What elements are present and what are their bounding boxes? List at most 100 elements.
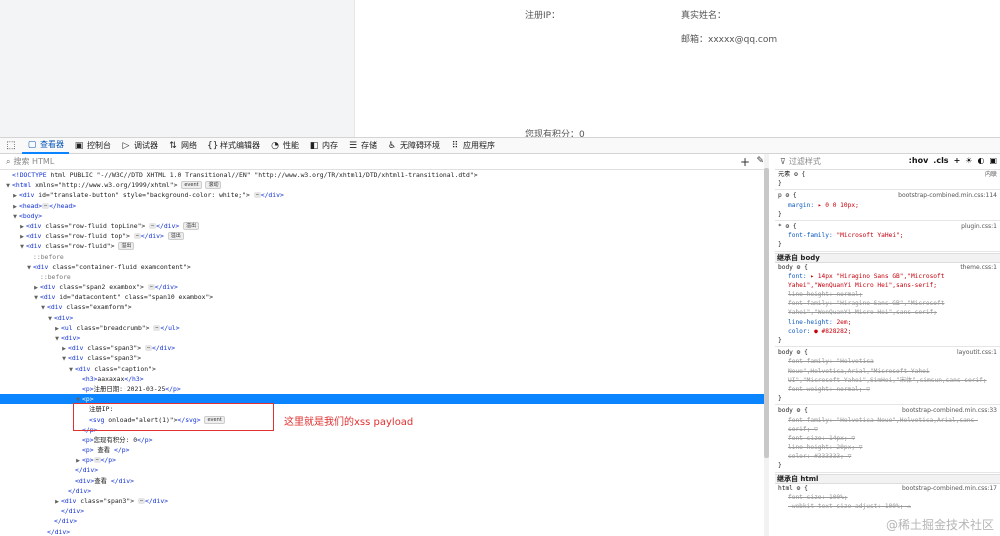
filter-styles-input[interactable]: 过滤样式 (789, 156, 821, 167)
collapsed-arrow-icon[interactable]: ▶ (11, 191, 19, 200)
rules-tool-button[interactable]: .cls (933, 156, 948, 165)
rules-tool-button[interactable]: + (954, 156, 961, 165)
collapsed-arrow-icon[interactable]: ▶ (53, 497, 61, 506)
tab-0[interactable]: ▢ 查看器 (22, 138, 69, 154)
markup-node-row[interactable]: ▶ <p> ⋯ </p> (0, 455, 768, 465)
tab-3[interactable]: ⇅ 网络 (163, 138, 202, 154)
markup-node-row[interactable]: </div> (0, 486, 768, 496)
markup-node-text: ::before (33, 252, 64, 261)
tab-7[interactable]: ☰ 存储 (343, 138, 382, 154)
markup-node-row[interactable]: ▶ <div class="row-fluid topLine"> ⋯ </div>… (0, 221, 768, 231)
markup-node-row[interactable]: ▶ <div id="translate-button" style="backg… (0, 190, 768, 200)
markup-node-row[interactable]: </div> (0, 506, 768, 516)
markup-node-row[interactable]: ▼ <body> (0, 211, 768, 221)
collapsed-node-dots[interactable]: ⋯ (144, 345, 152, 352)
markup-node-row[interactable]: ▶ <div class="span3"> ⋯ </div> (0, 496, 768, 506)
expanded-arrow-icon[interactable]: ▼ (39, 303, 47, 312)
rules-tools: :hov .cls + ☀ ◐ ▣ (909, 156, 997, 165)
rules-filter-bar[interactable]: ⊽ 过滤样式 :hov .cls + ☀ ◐ ▣ (775, 154, 1000, 170)
collapsed-node-dots[interactable]: ⋯ (133, 233, 141, 240)
tab-6[interactable]: ◧ 内存 (304, 138, 343, 154)
markup-node-row[interactable]: ▼ <div class="caption"> (0, 364, 768, 374)
node-badge[interactable]: 溢出 (183, 221, 200, 230)
markup-node-row[interactable]: </div> (0, 465, 768, 475)
markup-node-row[interactable]: </div> (0, 516, 768, 526)
markup-node-row[interactable]: ▶ <head> ⋯ </head> (0, 201, 768, 211)
markup-node-row[interactable]: ▼ <div> (0, 313, 768, 323)
tab-icon: ▷ (122, 140, 130, 151)
markup-node-row[interactable]: ▶ <div class="span2 exambox"> ⋯ </div> (0, 282, 768, 292)
tab-label: 控制台 (87, 141, 111, 150)
markup-node-row[interactable]: <p>您现有积分: 0</p> (0, 435, 768, 445)
markup-node-row[interactable]: <!DOCTYPE html PUBLIC "-//W3C//DTD XHTML… (0, 170, 768, 180)
markup-node-text: <body> (19, 211, 43, 220)
tab-2[interactable]: ▷ 调试器 (116, 138, 163, 154)
html-search-bar[interactable]: ⌕ 搜索 HTML + ✎ (0, 154, 768, 170)
markup-node-row[interactable]: <p> 查看 </p> (0, 445, 768, 455)
html-search-input[interactable]: 搜索 HTML (13, 156, 54, 167)
collapsed-arrow-icon[interactable]: ▶ (32, 283, 40, 292)
collapsed-node-dots[interactable]: ⋯ (137, 498, 145, 504)
expanded-arrow-icon[interactable]: ▼ (67, 365, 75, 374)
collapsed-arrow-icon[interactable]: ▶ (18, 222, 26, 231)
rule-source-link[interactable]: bootstrap-combined.min.css:17 (902, 484, 997, 493)
rule-source-link[interactable]: theme.css:1 (960, 263, 997, 272)
tab-label: 内存 (322, 141, 338, 150)
node-badge[interactable]: 溢出 (118, 242, 135, 251)
collapsed-arrow-icon[interactable]: ▶ (74, 456, 82, 465)
rule-source-link[interactable]: 内联 (985, 170, 997, 179)
markup-node-row[interactable]: ▼ <div id="datacontent" class="span10 exa… (0, 292, 768, 302)
expanded-arrow-icon[interactable]: ▼ (53, 334, 61, 343)
expanded-arrow-icon[interactable]: ▼ (32, 293, 40, 302)
rules-tool-button[interactable]: ▣ (989, 156, 997, 165)
markup-node-row[interactable]: ▼ <html xmlns="http://www.w3.org/1999/xht… (0, 180, 768, 190)
markup-node-row[interactable]: ::before (0, 252, 768, 262)
markup-node-row[interactable]: ▼ <div> (0, 333, 768, 343)
markup-node-row[interactable]: ▼ <div class="row-fluid"> 溢出 (0, 241, 768, 251)
tab-5[interactable]: ◔ 性能 (265, 138, 304, 154)
rule-source-link[interactable]: plugin.css:1 (961, 222, 997, 231)
expanded-arrow-icon[interactable]: ▼ (4, 181, 12, 190)
markup-node-row[interactable]: ▶ <div class="span3"> ⋯ </div> (0, 343, 768, 353)
expanded-arrow-icon[interactable]: ▼ (11, 212, 19, 221)
tab-8[interactable]: ♿ 无障碍环境 (382, 138, 445, 154)
markup-node-row[interactable]: <p>注册日期: 2021-03-25</p> (0, 384, 768, 394)
eyedropper-icon[interactable]: ✎ (756, 156, 764, 166)
markup-node-row[interactable]: <div>查看 </div> (0, 476, 768, 486)
markup-node-row[interactable]: ▶ <ul class="breadcrumb"> ⋯ </ul> (0, 323, 768, 333)
add-node-icon[interactable]: + (740, 155, 750, 169)
rule-source-link[interactable]: layoutit.css:1 (957, 348, 997, 357)
tab-4[interactable]: {} 样式编辑器 (202, 138, 265, 154)
markup-node-row[interactable]: ▼ <div class="container-fluid examcontent… (0, 262, 768, 272)
rules-tool-button[interactable]: ◐ (977, 156, 984, 165)
filter-icon: ⊽ (780, 157, 786, 166)
markup-scrollbar-thumb[interactable] (764, 168, 769, 458)
node-badge[interactable]: 滚动 (205, 181, 222, 190)
markup-node-row[interactable]: ▼ <div class="examform"> (0, 302, 768, 312)
markup-node-row[interactable]: </div> (0, 527, 768, 536)
expanded-arrow-icon[interactable]: ▼ (18, 242, 26, 251)
rules-tool-button[interactable]: ☀ (965, 156, 972, 165)
collapsed-arrow-icon[interactable]: ▶ (53, 324, 61, 333)
markup-node-row[interactable]: ::before (0, 272, 768, 282)
collapsed-arrow-icon[interactable]: ▶ (18, 232, 26, 241)
expanded-arrow-icon[interactable]: ▼ (60, 354, 68, 363)
element-picker-icon[interactable]: ⬚ (0, 138, 22, 154)
rules-tool-button[interactable]: :hov (909, 156, 929, 165)
markup-node-row[interactable]: ▼ <div class="span3"> (0, 353, 768, 363)
collapsed-node-dots[interactable]: ⋯ (147, 284, 155, 291)
expanded-arrow-icon[interactable]: ▼ (25, 263, 33, 272)
rule-source-link[interactable]: bootstrap-combined.min.css:33 (902, 406, 997, 415)
collapsed-arrow-icon[interactable]: ▶ (60, 344, 68, 353)
markup-node-row[interactable]: ▶ <div class="row-fluid top"> ⋯ </div> 溢出 (0, 231, 768, 241)
node-badge[interactable]: 溢出 (167, 232, 184, 241)
tab-1[interactable]: ▣ 控制台 (69, 138, 116, 154)
tab-9[interactable]: ⠿ 应用程序 (445, 138, 500, 154)
collapsed-node-dots[interactable]: ⋯ (93, 457, 101, 464)
collapsed-node-dots[interactable]: ⋯ (253, 192, 261, 199)
collapsed-arrow-icon[interactable]: ▶ (11, 202, 19, 211)
expanded-arrow-icon[interactable]: ▼ (46, 314, 54, 323)
node-badge[interactable]: event (181, 181, 202, 190)
markup-node-row[interactable]: <h3>aaxaxax</h3> (0, 374, 768, 384)
rule-source-link[interactable]: bootstrap-combined.min.css:114 (898, 191, 997, 200)
